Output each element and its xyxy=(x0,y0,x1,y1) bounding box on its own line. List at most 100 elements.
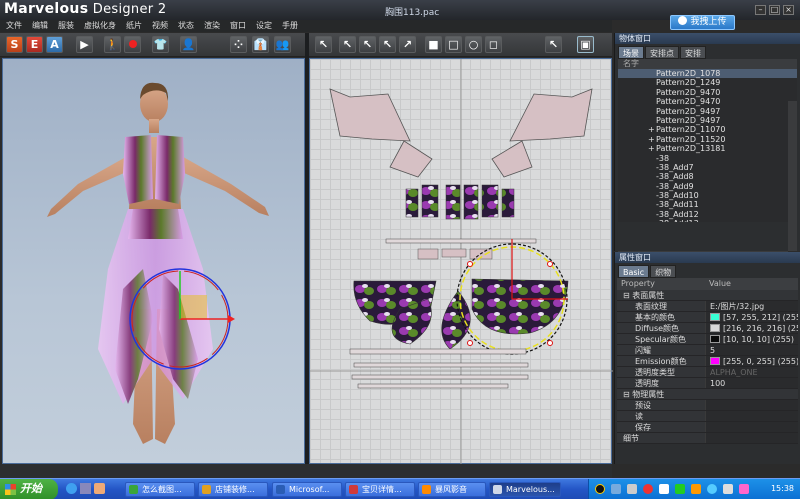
taskbar-task[interactable]: Marvelous... xyxy=(489,482,561,497)
color-swatch[interactable] xyxy=(710,335,720,343)
tree-item[interactable]: +Pattern2D_13181 xyxy=(618,144,797,153)
menu-item-5[interactable]: 视频 xyxy=(152,20,168,32)
object-tree-scrollbar[interactable] xyxy=(788,101,797,251)
prop-tabs-tab-1[interactable]: 织物 xyxy=(650,265,677,278)
sewing-tool[interactable]: ↖ xyxy=(545,36,562,53)
desktop-icon[interactable] xyxy=(80,483,91,494)
taskbar-task[interactable]: 宝贝详情... xyxy=(345,482,415,497)
menu-item-7[interactable]: 渲染 xyxy=(204,20,220,32)
property-row[interactable]: 表面纹理 E:/图片/32.jpg xyxy=(617,301,798,312)
3d-viewport[interactable] xyxy=(2,58,305,464)
garment-color-button[interactable]: 👕 xyxy=(152,36,169,53)
property-row[interactable]: Emission颜色 [255, 0, 255] (255) xyxy=(617,356,798,367)
2d-pattern-viewport[interactable] xyxy=(309,58,613,465)
property-value[interactable] xyxy=(705,422,798,432)
edit-button[interactable]: E xyxy=(26,36,43,53)
record-button[interactable] xyxy=(124,36,141,53)
maximize-button[interactable]: □ xyxy=(769,5,780,15)
gizmo-x-arrow[interactable] xyxy=(228,315,235,323)
pattern-skirt-center[interactable] xyxy=(441,290,471,350)
tree-item[interactable]: +Pattern2D_11070 xyxy=(618,125,797,134)
obj-tabs-tab-1[interactable]: 安排点 xyxy=(645,46,679,59)
handle-4[interactable] xyxy=(547,340,553,346)
tree-expander-icon[interactable]: + xyxy=(648,144,656,153)
property-value[interactable]: ALPHA_ONE xyxy=(705,367,798,377)
taskbar-task[interactable]: 店铺装修... xyxy=(198,482,268,497)
pattern-tab-left[interactable] xyxy=(417,248,439,260)
tree-item[interactable]: -38_Add11 xyxy=(618,200,797,209)
pattern-piece-4[interactable] xyxy=(463,184,479,220)
pattern-piece-3[interactable] xyxy=(445,184,461,220)
pattern-strip-1[interactable] xyxy=(349,348,527,355)
select-mesh-tool[interactable]: ▣ xyxy=(577,36,594,53)
transform-pattern-tool[interactable]: ↖ xyxy=(315,36,332,53)
property-row[interactable]: 透明度类型 ALPHA_ONE xyxy=(617,367,798,378)
taskbar-task[interactable]: 暴风影音 xyxy=(418,482,486,497)
pattern-strip-3[interactable] xyxy=(351,374,529,380)
obj-tabs-tab-2[interactable]: 安排 xyxy=(680,46,706,59)
menu-item-3[interactable]: 虚拟化身 xyxy=(84,20,116,32)
edit-segment-tool[interactable]: ↖ xyxy=(379,36,396,53)
menu-item-8[interactable]: 窗口 xyxy=(230,20,246,32)
pattern-small-right[interactable] xyxy=(491,140,533,178)
internal-rectangle-tool[interactable]: ◻ xyxy=(485,36,502,53)
fitting-button[interactable]: 👥 xyxy=(274,36,291,53)
menu-item-6[interactable]: 状态 xyxy=(178,20,194,32)
obj-tabs-tab-0[interactable]: 场景 xyxy=(618,46,644,59)
collapse-icon[interactable]: ⊟ xyxy=(623,390,632,399)
handle-2[interactable] xyxy=(547,261,553,267)
taskbar-task[interactable]: 怎么截图... xyxy=(125,482,195,497)
collapse-icon[interactable]: ⊟ xyxy=(623,291,632,300)
property-group[interactable]: ⊟ 物理属性 xyxy=(617,389,798,400)
tree-item[interactable]: -38_Add12 xyxy=(618,210,797,219)
tree-item[interactable]: -38 xyxy=(618,154,797,163)
pattern-piece-2[interactable] xyxy=(421,184,439,218)
property-row[interactable]: 读 xyxy=(617,411,798,422)
menu-item-10[interactable]: 手册 xyxy=(282,20,298,32)
property-row[interactable]: 预设 xyxy=(617,400,798,411)
pattern-piece-5[interactable] xyxy=(481,184,499,218)
property-value[interactable] xyxy=(705,411,798,421)
pattern-front-right[interactable] xyxy=(509,88,593,142)
pattern-strip-4[interactable] xyxy=(357,383,509,389)
tray-shield-icon[interactable] xyxy=(691,484,701,494)
menu-item-1[interactable]: 编辑 xyxy=(32,20,48,32)
tray-volume-icon[interactable] xyxy=(627,484,637,494)
tray-network-icon[interactable] xyxy=(611,484,621,494)
ellipse-tool[interactable]: ○ xyxy=(465,36,482,53)
menu-item-0[interactable]: 文件 xyxy=(6,20,22,32)
gizmo-plane-handle[interactable] xyxy=(181,295,207,319)
property-row[interactable]: Specular颜色 [10, 10, 10] (255) xyxy=(617,334,798,345)
property-row[interactable]: 基本的颜色 [57, 255, 212] (255) xyxy=(617,312,798,323)
property-group[interactable]: ⊟ 表面属性 xyxy=(617,290,798,301)
tree-item[interactable]: Pattern2D_9497 xyxy=(618,107,797,116)
property-value[interactable]: E:/图片/32.jpg xyxy=(705,301,798,311)
handle-1[interactable] xyxy=(467,261,473,267)
tree-item[interactable]: -38_Add10 xyxy=(618,191,797,200)
pattern-strip-2[interactable] xyxy=(353,362,529,368)
pattern-small-left[interactable] xyxy=(389,140,433,178)
property-value[interactable]: 100 xyxy=(705,378,798,388)
pattern-piece-6[interactable] xyxy=(501,188,515,218)
property-value[interactable] xyxy=(705,400,798,410)
tray-monitor-icon[interactable] xyxy=(723,484,733,494)
tree-item[interactable]: Pattern2D_9470 xyxy=(618,97,797,106)
minimize-button[interactable]: – xyxy=(755,5,766,15)
color-swatch[interactable] xyxy=(710,324,720,332)
walk-avatar-button[interactable]: 🚶 xyxy=(104,36,121,53)
edit-curve-tool[interactable]: ↖ xyxy=(359,36,376,53)
play-button[interactable]: ▶ xyxy=(76,36,93,53)
object-tree[interactable]: Pattern2D_1078 Pattern2D_1249 Pattern2D_94… xyxy=(618,69,797,222)
property-value[interactable] xyxy=(705,433,798,443)
menu-item-9[interactable]: 设定 xyxy=(256,20,272,32)
color-swatch[interactable] xyxy=(710,313,720,321)
property-value[interactable]: [255, 0, 255] (255) xyxy=(705,356,798,366)
avatar-button[interactable]: 👤 xyxy=(180,36,197,53)
property-value[interactable]: 5 xyxy=(705,345,798,355)
handle-3[interactable] xyxy=(467,340,473,346)
menu-item-2[interactable]: 服装 xyxy=(58,20,74,32)
tree-item[interactable]: Pattern2D_9497 xyxy=(618,116,797,125)
property-row[interactable]: 保存 xyxy=(617,422,798,433)
property-row[interactable]: 透明度 100 xyxy=(617,378,798,389)
media-icon[interactable] xyxy=(94,483,105,494)
